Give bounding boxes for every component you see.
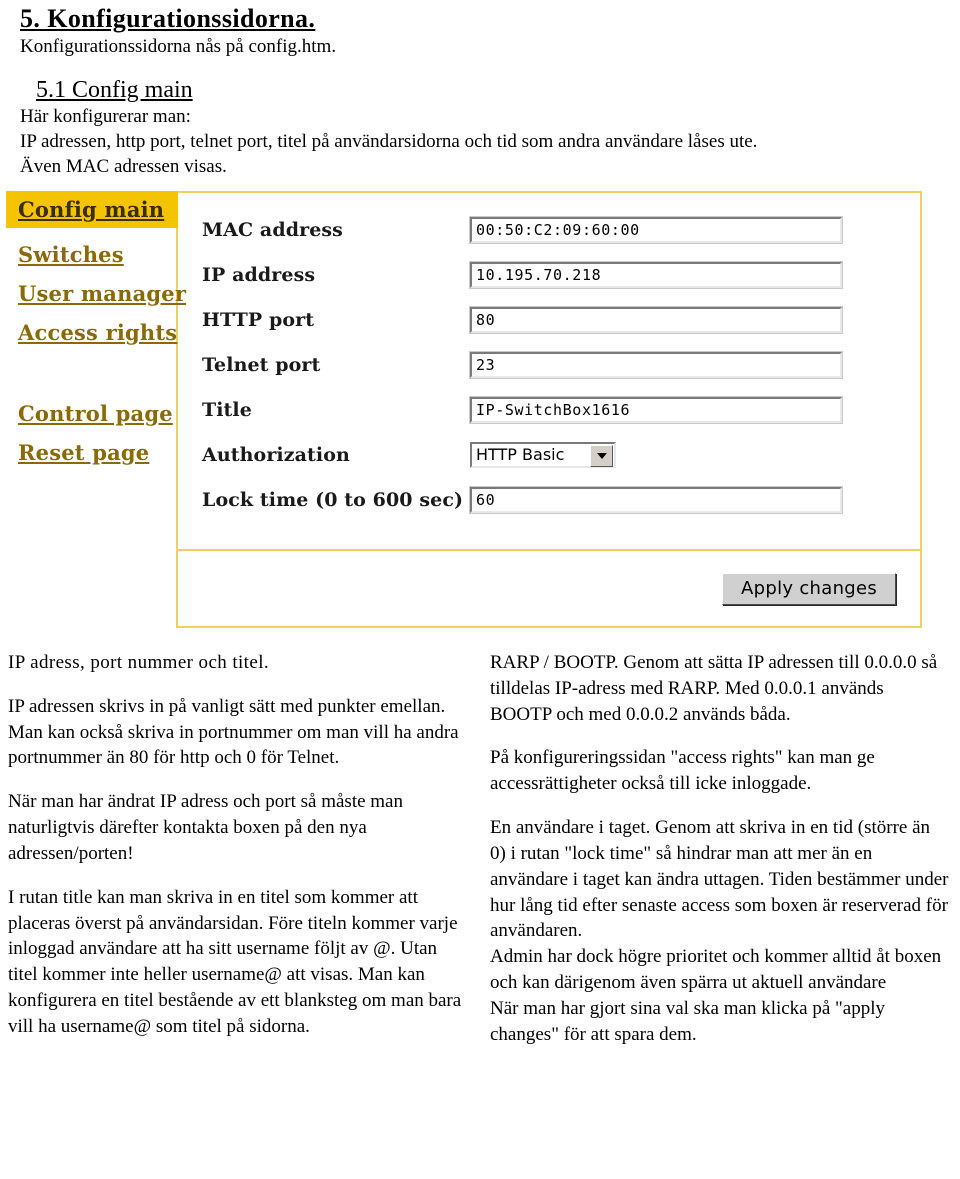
label-ip-address: IP address <box>202 263 316 286</box>
ip-address-input[interactable]: 10.195.70.218 <box>469 260 843 289</box>
right-paragraph-2: På konfigureringssidan "access rights" k… <box>490 747 875 795</box>
label-mac-address: MAC address <box>202 218 343 241</box>
document-header: 5. Konfigurationssidorna. Konfigurations… <box>8 0 952 179</box>
left-paragraph-2: IP adressen skrivs in på vanligt sätt me… <box>8 695 459 769</box>
lock-time-input[interactable]: 60 <box>469 485 843 514</box>
label-authorization: Authorization <box>202 443 350 466</box>
label-http-port: HTTP port <box>202 308 315 331</box>
form-row-authorization: Authorization HTTP Basic <box>202 432 922 477</box>
title-input[interactable]: IP-SwitchBox1616 <box>469 395 843 424</box>
section-title: 5.1 Config main <box>36 76 193 103</box>
config-panel-divider <box>176 549 922 551</box>
sidebar-item-config-main[interactable]: Config main <box>6 191 178 228</box>
config-form: MAC address 00:50:C2:09:60:00 IP address… <box>202 207 922 522</box>
left-paragraph-3: När man har ändrat IP adress och port så… <box>8 791 403 864</box>
form-row-lock-time: Lock time (0 to 600 sec) 60 <box>202 477 922 522</box>
right-paragraph-3: En användare i taget. Genom att skriva i… <box>490 817 949 942</box>
right-paragraph-5: När man har gjort sina val ska man klick… <box>490 997 886 1045</box>
left-paragraph-4: I rutan title kan man skriva in en titel… <box>8 886 462 1037</box>
authorization-select[interactable]: HTTP Basic <box>470 441 616 468</box>
page-title: 5. Konfigurationssidorna. <box>20 4 316 33</box>
left-text-column: IP adress, port nummer och titel. IP adr… <box>0 650 480 1066</box>
form-row-telnet-port: Telnet port 23 <box>202 342 922 387</box>
http-port-input[interactable]: 80 <box>469 305 843 334</box>
right-paragraph-1: RARP / BOOTP. Genom att sätta IP adresse… <box>490 652 938 725</box>
intro-line: Konfigurationssidorna nås på config.htm. <box>20 35 337 57</box>
form-row-ip-address: IP address 10.195.70.218 <box>202 252 922 297</box>
mac-address-input[interactable]: 00:50:C2:09:60:00 <box>469 215 843 244</box>
section-intro-line-2: IP adressen, http port, telnet port, tit… <box>20 131 758 153</box>
form-row-title: Title IP-SwitchBox1616 <box>202 387 922 432</box>
authorization-selected-value: HTTP Basic <box>476 444 565 464</box>
config-sidebar: Config main Switches User manager Access… <box>6 191 186 628</box>
sidebar-item-control-page[interactable]: Control page <box>6 401 178 426</box>
section-intro-line-3: Även MAC adressen visas. <box>20 155 227 177</box>
label-lock-time: Lock time (0 to 600 sec) <box>202 488 464 511</box>
left-paragraph-1: IP adress, port nummer och titel. <box>8 652 270 673</box>
apply-changes-area: Apply changes <box>722 573 897 605</box>
sidebar-item-access-rights[interactable]: Access rights <box>6 320 178 345</box>
sidebar-item-switches[interactable]: Switches <box>6 242 178 267</box>
right-paragraph-4: Admin har dock högre prioritet och komme… <box>490 946 942 994</box>
telnet-port-input[interactable]: 23 <box>469 350 843 379</box>
section-intro-line-1: Här konfigurerar man: <box>20 106 191 128</box>
body-columns: IP adress, port nummer och titel. IP adr… <box>0 650 960 1066</box>
label-telnet-port: Telnet port <box>202 353 321 376</box>
form-row-http-port: HTTP port 80 <box>202 297 922 342</box>
config-main-screenshot: Config main Switches User manager Access… <box>6 191 922 628</box>
sidebar-item-reset-page[interactable]: Reset page <box>6 440 178 465</box>
chevron-down-icon[interactable] <box>590 444 613 467</box>
apply-changes-button[interactable]: Apply changes <box>722 573 897 605</box>
form-row-mac-address: MAC address 00:50:C2:09:60:00 <box>202 207 922 252</box>
sidebar-item-user-manager[interactable]: User manager <box>6 281 186 306</box>
label-title: Title <box>202 398 252 421</box>
right-text-column: RARP / BOOTP. Genom att sätta IP adresse… <box>480 650 960 1066</box>
